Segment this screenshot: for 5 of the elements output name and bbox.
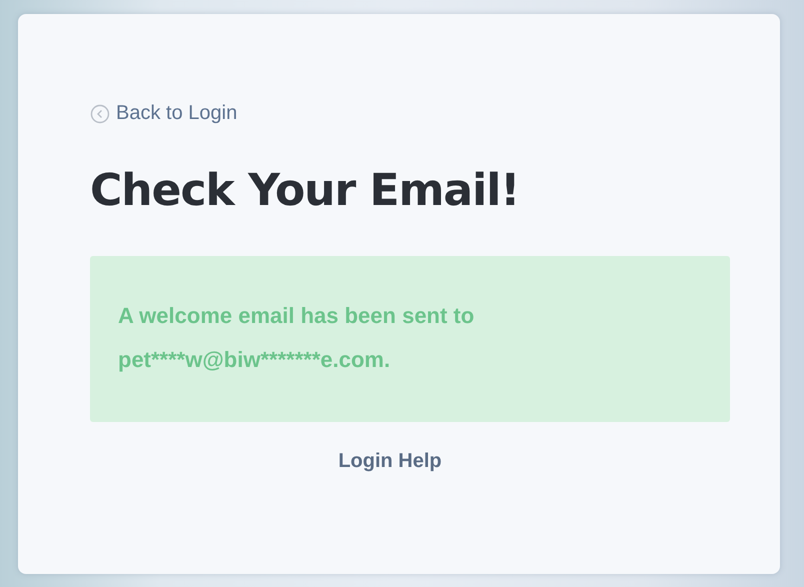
alert-message: A welcome email has been sent to pet****w@biw*******e.com. [118, 302, 476, 374]
login-help-link[interactable]: Login Help [338, 450, 442, 473]
back-to-login-link[interactable]: Back to Login [90, 102, 238, 125]
chevron-left-circle-icon [90, 104, 110, 124]
page-heading: Check Your Email! [90, 165, 520, 216]
